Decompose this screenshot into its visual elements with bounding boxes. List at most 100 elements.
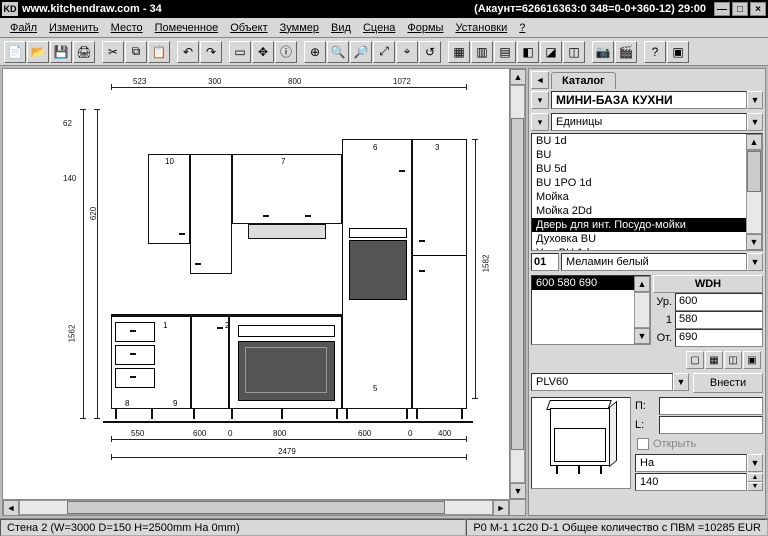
mini-btn-4[interactable]: ▣: [743, 351, 761, 369]
paste-icon[interactable]: 📋: [148, 41, 170, 63]
render-icon[interactable]: 🎬: [615, 41, 637, 63]
open-icon[interactable]: 📂: [27, 41, 49, 63]
list-item[interactable]: BU 5d: [532, 162, 746, 176]
view-plan-icon[interactable]: ▦: [448, 41, 470, 63]
mini-btn-2[interactable]: ▦: [705, 351, 723, 369]
new-icon[interactable]: 📄: [4, 41, 26, 63]
mini-btn-3[interactable]: ◫: [724, 351, 742, 369]
qty-input[interactable]: 140: [635, 473, 747, 491]
menu-settings[interactable]: Установки: [449, 20, 513, 36]
category-icon[interactable]: ▾: [531, 113, 549, 131]
help-icon[interactable]: ?: [644, 41, 666, 63]
info-icon[interactable]: ⓘ: [275, 41, 297, 63]
list-item[interactable]: Мойка 2Dd: [532, 204, 746, 218]
close-button[interactable]: ×: [750, 2, 766, 16]
catalog-db-icon[interactable]: ▾: [531, 91, 549, 109]
menu-help[interactable]: ?: [513, 20, 531, 36]
w-input[interactable]: 600: [675, 293, 763, 311]
list-item[interactable]: BU: [532, 148, 746, 162]
h-input[interactable]: 690: [675, 329, 763, 347]
titlebar: KD www.kitchendraw.com - 34 (Акаунт=6266…: [0, 0, 768, 18]
side-dd-icon[interactable]: ▼: [747, 454, 763, 472]
material-code[interactable]: 01: [531, 253, 559, 271]
view-real-icon[interactable]: ◫: [563, 41, 585, 63]
items-scrollbar[interactable]: ▲▼: [746, 134, 762, 250]
base-slim: [191, 316, 229, 409]
scroll-left-icon[interactable]: ◄: [3, 500, 19, 516]
zoom-prev-icon[interactable]: ↺: [419, 41, 441, 63]
h-scrollbar[interactable]: ◄ ►: [3, 499, 525, 515]
scroll-up-icon[interactable]: ▲: [510, 69, 526, 85]
menu-marked[interactable]: Помеченное: [149, 20, 225, 36]
side-select[interactable]: На: [635, 454, 747, 472]
print-icon[interactable]: 🖨: [73, 41, 95, 63]
tall-cab: [412, 139, 467, 409]
book-icon[interactable]: ▣: [667, 41, 689, 63]
menu-place[interactable]: Место: [105, 20, 149, 36]
undo-icon[interactable]: ↶: [177, 41, 199, 63]
tab-catalog[interactable]: Каталог: [551, 72, 616, 89]
menu-file[interactable]: Файл: [4, 20, 43, 36]
camera-icon[interactable]: 📷: [592, 41, 614, 63]
view-3d-icon[interactable]: ◧: [517, 41, 539, 63]
material-dd-icon[interactable]: ▼: [747, 253, 763, 271]
mini-btn-1[interactable]: ▢: [686, 351, 704, 369]
menu-object[interactable]: Объект: [224, 20, 273, 36]
catalog-name-dd-icon[interactable]: ▼: [747, 91, 763, 109]
menu-zoom[interactable]: Зуммер: [274, 20, 325, 36]
window-title: www.kitchendraw.com - 34: [22, 3, 162, 15]
canvas[interactable]: 523 300 800 1072 62 140 620 1562 1582: [3, 69, 525, 499]
dims-selected[interactable]: 600 580 690: [532, 276, 634, 290]
material-name[interactable]: Меламин белый: [561, 253, 747, 271]
scroll-right-icon[interactable]: ►: [493, 500, 509, 516]
zoom-window-icon[interactable]: ⌖: [396, 41, 418, 63]
dims-list[interactable]: 600 580 690 ▲▼: [531, 275, 651, 345]
catalog-name[interactable]: МИНИ-БАЗА КУХНИ: [551, 91, 747, 109]
cut-icon[interactable]: ✂: [102, 41, 124, 63]
plus-oval-icon[interactable]: ⊕: [304, 41, 326, 63]
menu-edit[interactable]: Изменить: [43, 20, 105, 36]
menu-scene[interactable]: Сцена: [357, 20, 401, 36]
items-list[interactable]: BU 1d BU BU 5d BU 1PO 1d Мойка Мойка 2Dd…: [531, 133, 763, 251]
l-input[interactable]: [659, 416, 763, 434]
insert-button[interactable]: Внести: [693, 373, 763, 393]
list-item-selected[interactable]: Дверь для инт. Посудо-мойки: [532, 218, 746, 232]
scroll-down-icon[interactable]: ▼: [510, 483, 526, 499]
list-item[interactable]: Мойка: [532, 190, 746, 204]
p-input[interactable]: [659, 397, 763, 415]
list-item[interactable]: Духовка BU: [532, 232, 746, 246]
menu-view[interactable]: Вид: [325, 20, 357, 36]
category-dd-icon[interactable]: ▼: [747, 113, 763, 131]
redo-icon[interactable]: ↷: [200, 41, 222, 63]
copy-icon[interactable]: ⧉: [125, 41, 147, 63]
menu-forms[interactable]: Формы: [401, 20, 449, 36]
open-checkbox[interactable]: Открыть: [635, 435, 763, 453]
view-persp-icon[interactable]: ◪: [540, 41, 562, 63]
kitchen-elevation: 523 300 800 1072 62 140 620 1562 1582: [63, 79, 463, 469]
ref-field[interactable]: PLV60: [531, 373, 673, 391]
zoom-in-icon[interactable]: 🔍: [327, 41, 349, 63]
base-oven: [229, 316, 342, 409]
category-select[interactable]: Единицы: [551, 113, 747, 131]
list-item[interactable]: BU 1d: [532, 134, 746, 148]
catalog-collapse-icon[interactable]: ◄: [531, 71, 549, 89]
toolbar: 📄 📂 💾 🖨 ✂ ⧉ 📋 ↶ ↷ ▭ ✥ ⓘ ⊕ 🔍 🔎 ⤢ ⌖ ↺ ▦ ▥ …: [0, 38, 768, 66]
view-tile-icon[interactable]: ▤: [494, 41, 516, 63]
list-item[interactable]: Угл. BU 1d: [532, 246, 746, 250]
ref-dd-icon[interactable]: ▼: [673, 373, 689, 391]
save-icon[interactable]: 💾: [50, 41, 72, 63]
list-item[interactable]: BU 1PO 1d: [532, 176, 746, 190]
zoom-out-icon[interactable]: 🔎: [350, 41, 372, 63]
maximize-button[interactable]: □: [732, 2, 748, 16]
d-input[interactable]: 580: [675, 311, 763, 329]
minimize-button[interactable]: —: [714, 2, 730, 16]
v-scrollbar[interactable]: ▲ ▼: [509, 69, 525, 499]
move-icon[interactable]: ✥: [252, 41, 274, 63]
select-icon[interactable]: ▭: [229, 41, 251, 63]
view-elev-icon[interactable]: ▥: [471, 41, 493, 63]
base-drawers: [111, 316, 191, 409]
catalog-panel: ◄ Каталог ▾ МИНИ-БАЗА КУХНИ ▼ ▾ Единицы …: [528, 68, 766, 516]
main-area: 523 300 800 1072 62 140 620 1562 1582: [0, 66, 768, 518]
zoom-fit-icon[interactable]: ⤢: [373, 41, 395, 63]
qty-stepper[interactable]: ▲▼: [747, 473, 763, 491]
